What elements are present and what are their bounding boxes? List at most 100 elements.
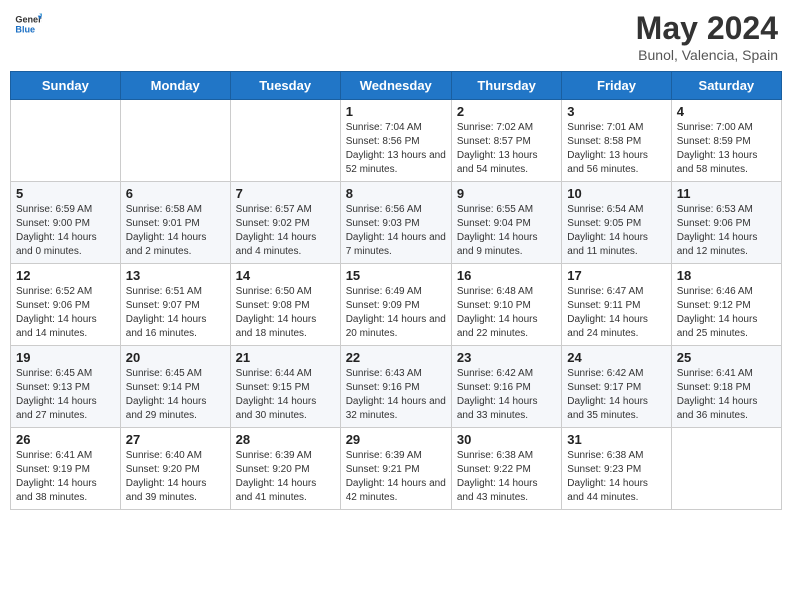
day-number: 5 bbox=[16, 186, 115, 201]
day-info: Sunrise: 6:57 AM Sunset: 9:02 PM Dayligh… bbox=[236, 203, 335, 259]
day-info: Sunrise: 7:02 AM Sunset: 8:57 PM Dayligh… bbox=[457, 121, 556, 177]
calendar-day-9: 9 Sunrise: 6:55 AM Sunset: 9:04 PM Daylig… bbox=[451, 182, 561, 264]
calendar-day-20: 20Sunrise: 6:45 AM Sunset: 9:14 PM Dayli… bbox=[120, 346, 230, 428]
day-number: 21 bbox=[236, 350, 335, 365]
day-info: Sunrise: 6:58 AM Sunset: 9:01 PM Dayligh… bbox=[126, 203, 225, 259]
day-header-tuesday: Tuesday bbox=[230, 72, 340, 100]
day-info: Sunrise: 6:45 AM Sunset: 9:14 PM Dayligh… bbox=[126, 367, 225, 423]
calendar-day-4: 4Sunrise: 7:00 AM Sunset: 8:59 PM Daylig… bbox=[671, 100, 781, 182]
day-info: Sunrise: 6:40 AM Sunset: 9:20 PM Dayligh… bbox=[126, 449, 225, 505]
calendar-day-25: 25Sunrise: 6:41 AM Sunset: 9:18 PM Dayli… bbox=[671, 346, 781, 428]
day-header-sunday: Sunday bbox=[11, 72, 121, 100]
day-info: Sunrise: 6:54 AM Sunset: 9:05 PM Dayligh… bbox=[567, 203, 665, 259]
calendar-week-row: 26 Sunrise: 6:41 AM Sunset: 9:19 PM Dayli… bbox=[11, 428, 782, 510]
day-info: Sunrise: 6:51 AM Sunset: 9:07 PM Dayligh… bbox=[126, 285, 225, 341]
day-number: 23 bbox=[457, 350, 556, 365]
day-number: 6 bbox=[126, 186, 225, 201]
day-info: Sunrise: 6:38 AM Sunset: 9:22 PM Dayligh… bbox=[457, 449, 556, 505]
empty-cell bbox=[230, 100, 340, 182]
calendar-day-29: 29Sunrise: 6:39 AM Sunset: 9:21 PM Dayli… bbox=[340, 428, 451, 510]
month-year-title: May 2024 bbox=[636, 10, 778, 47]
day-info: Sunrise: 6:39 AM Sunset: 9:21 PM Dayligh… bbox=[346, 449, 446, 505]
calendar-week-row: 12 Sunrise: 6:52 AM Sunset: 9:06 PM Dayli… bbox=[11, 264, 782, 346]
day-number: 8 bbox=[346, 186, 446, 201]
calendar-day-12: 12 Sunrise: 6:52 AM Sunset: 9:06 PM Dayli… bbox=[11, 264, 121, 346]
calendar-day-26: 26 Sunrise: 6:41 AM Sunset: 9:19 PM Dayli… bbox=[11, 428, 121, 510]
location-subtitle: Bunol, Valencia, Spain bbox=[636, 47, 778, 63]
day-number: 17 bbox=[567, 268, 665, 283]
day-number: 19 bbox=[16, 350, 115, 365]
calendar-day-31: 31 Sunrise: 6:38 AM Sunset: 9:23 PM Dayli… bbox=[562, 428, 671, 510]
day-number: 26 bbox=[16, 432, 115, 447]
calendar-day-19: 19Sunrise: 6:45 AM Sunset: 9:13 PM Dayli… bbox=[11, 346, 121, 428]
calendar-day-13: 13 Sunrise: 6:51 AM Sunset: 9:07 PM Dayli… bbox=[120, 264, 230, 346]
day-info: Sunrise: 6:42 AM Sunset: 9:17 PM Dayligh… bbox=[567, 367, 665, 423]
calendar-day-27: 27 Sunrise: 6:40 AM Sunset: 9:20 PM Dayli… bbox=[120, 428, 230, 510]
day-number: 14 bbox=[236, 268, 335, 283]
day-info: Sunrise: 6:56 AM Sunset: 9:03 PM Dayligh… bbox=[346, 203, 446, 259]
day-info: Sunrise: 6:55 AM Sunset: 9:04 PM Dayligh… bbox=[457, 203, 556, 259]
calendar-day-23: 23Sunrise: 6:42 AM Sunset: 9:16 PM Dayli… bbox=[451, 346, 561, 428]
day-info: Sunrise: 6:38 AM Sunset: 9:23 PM Dayligh… bbox=[567, 449, 665, 505]
calendar-day-3: 3Sunrise: 7:01 AM Sunset: 8:58 PM Daylig… bbox=[562, 100, 671, 182]
calendar-header-row: SundayMondayTuesdayWednesdayThursdayFrid… bbox=[11, 72, 782, 100]
day-info: Sunrise: 6:49 AM Sunset: 9:09 PM Dayligh… bbox=[346, 285, 446, 341]
empty-cell bbox=[11, 100, 121, 182]
day-number: 18 bbox=[677, 268, 776, 283]
day-number: 11 bbox=[677, 186, 776, 201]
day-number: 22 bbox=[346, 350, 446, 365]
day-number: 7 bbox=[236, 186, 335, 201]
day-info: Sunrise: 6:53 AM Sunset: 9:06 PM Dayligh… bbox=[677, 203, 776, 259]
calendar-week-row: 1 Sunrise: 7:04 AM Sunset: 8:56 PM Daylig… bbox=[11, 100, 782, 182]
day-number: 13 bbox=[126, 268, 225, 283]
day-number: 31 bbox=[567, 432, 665, 447]
calendar-day-30: 30 Sunrise: 6:38 AM Sunset: 9:22 PM Dayli… bbox=[451, 428, 561, 510]
day-number: 16 bbox=[457, 268, 556, 283]
calendar-table: SundayMondayTuesdayWednesdayThursdayFrid… bbox=[10, 71, 782, 510]
day-info: Sunrise: 6:59 AM Sunset: 9:00 PM Dayligh… bbox=[16, 203, 115, 259]
day-info: Sunrise: 6:47 AM Sunset: 9:11 PM Dayligh… bbox=[567, 285, 665, 341]
day-header-saturday: Saturday bbox=[671, 72, 781, 100]
day-number: 28 bbox=[236, 432, 335, 447]
calendar-day-11: 11 Sunrise: 6:53 AM Sunset: 9:06 PM Dayli… bbox=[671, 182, 781, 264]
day-number: 2 bbox=[457, 104, 556, 119]
svg-text:General: General bbox=[15, 15, 42, 25]
day-info: Sunrise: 6:48 AM Sunset: 9:10 PM Dayligh… bbox=[457, 285, 556, 341]
day-info: Sunrise: 6:41 AM Sunset: 9:19 PM Dayligh… bbox=[16, 449, 115, 505]
calendar-week-row: 5 Sunrise: 6:59 AM Sunset: 9:00 PM Daylig… bbox=[11, 182, 782, 264]
day-number: 1 bbox=[346, 104, 446, 119]
day-header-thursday: Thursday bbox=[451, 72, 561, 100]
calendar-day-6: 6 Sunrise: 6:58 AM Sunset: 9:01 PM Daylig… bbox=[120, 182, 230, 264]
day-number: 12 bbox=[16, 268, 115, 283]
day-info: Sunrise: 6:52 AM Sunset: 9:06 PM Dayligh… bbox=[16, 285, 115, 341]
day-info: Sunrise: 6:39 AM Sunset: 9:20 PM Dayligh… bbox=[236, 449, 335, 505]
svg-text:Blue: Blue bbox=[15, 24, 35, 34]
calendar-day-18: 18Sunrise: 6:46 AM Sunset: 9:12 PM Dayli… bbox=[671, 264, 781, 346]
day-header-wednesday: Wednesday bbox=[340, 72, 451, 100]
day-number: 24 bbox=[567, 350, 665, 365]
day-info: Sunrise: 6:43 AM Sunset: 9:16 PM Dayligh… bbox=[346, 367, 446, 423]
calendar-day-28: 28 Sunrise: 6:39 AM Sunset: 9:20 PM Dayli… bbox=[230, 428, 340, 510]
day-number: 30 bbox=[457, 432, 556, 447]
day-number: 27 bbox=[126, 432, 225, 447]
empty-cell bbox=[120, 100, 230, 182]
day-info: Sunrise: 7:04 AM Sunset: 8:56 PM Dayligh… bbox=[346, 121, 446, 177]
day-number: 10 bbox=[567, 186, 665, 201]
logo: General Blue bbox=[14, 10, 42, 38]
calendar-day-2: 2 Sunrise: 7:02 AM Sunset: 8:57 PM Daylig… bbox=[451, 100, 561, 182]
day-number: 9 bbox=[457, 186, 556, 201]
page-header: General Blue May 2024 Bunol, Valencia, S… bbox=[10, 10, 782, 63]
calendar-day-1: 1 Sunrise: 7:04 AM Sunset: 8:56 PM Daylig… bbox=[340, 100, 451, 182]
day-number: 3 bbox=[567, 104, 665, 119]
calendar-day-24: 24 Sunrise: 6:42 AM Sunset: 9:17 PM Dayli… bbox=[562, 346, 671, 428]
calendar-day-10: 10 Sunrise: 6:54 AM Sunset: 9:05 PM Dayli… bbox=[562, 182, 671, 264]
calendar-day-14: 14 Sunrise: 6:50 AM Sunset: 9:08 PM Dayli… bbox=[230, 264, 340, 346]
calendar-day-15: 15Sunrise: 6:49 AM Sunset: 9:09 PM Dayli… bbox=[340, 264, 451, 346]
day-number: 4 bbox=[677, 104, 776, 119]
calendar-week-row: 19Sunrise: 6:45 AM Sunset: 9:13 PM Dayli… bbox=[11, 346, 782, 428]
calendar-day-8: 8 Sunrise: 6:56 AM Sunset: 9:03 PM Daylig… bbox=[340, 182, 451, 264]
calendar-day-7: 7 Sunrise: 6:57 AM Sunset: 9:02 PM Daylig… bbox=[230, 182, 340, 264]
empty-cell bbox=[671, 428, 781, 510]
day-info: Sunrise: 6:50 AM Sunset: 9:08 PM Dayligh… bbox=[236, 285, 335, 341]
day-header-friday: Friday bbox=[562, 72, 671, 100]
